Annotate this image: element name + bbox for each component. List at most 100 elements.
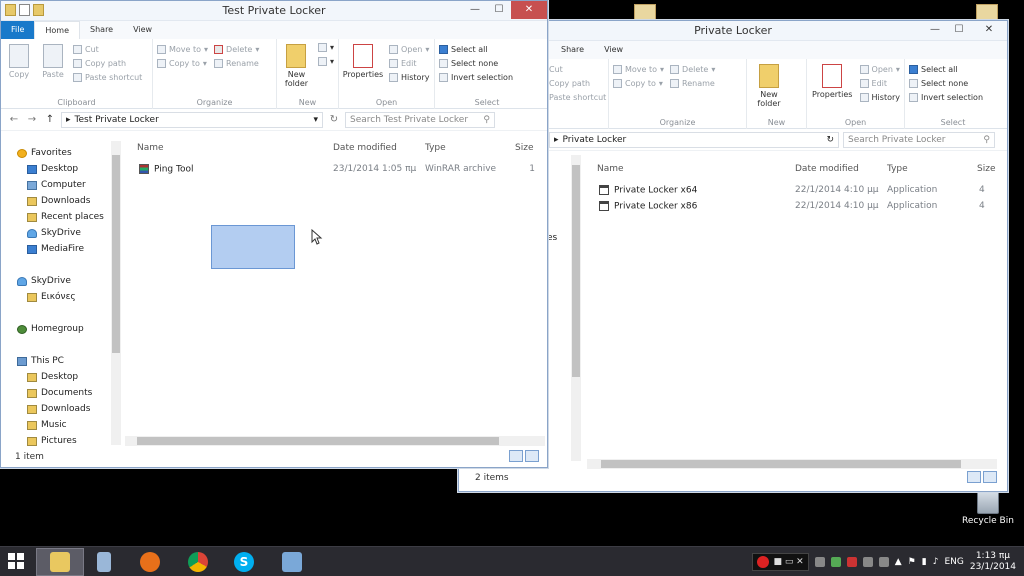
clock[interactable]: 1:13 πμ 23/1/2014 — [970, 551, 1016, 573]
delete-button[interactable]: Delete ▾ — [214, 45, 259, 54]
delete-button[interactable]: Delete ▾ — [670, 65, 715, 74]
move-to-button[interactable]: Move to ▾ — [613, 65, 664, 74]
new-item-button[interactable]: ▾ — [317, 43, 334, 52]
minimize-button[interactable]: — — [463, 1, 487, 19]
paste-shortcut-button[interactable]: Paste shortcut — [73, 73, 142, 82]
tray-icon[interactable] — [830, 557, 841, 567]
select-all-button[interactable]: Select all — [439, 45, 513, 54]
easy-access-button[interactable]: ▾ — [317, 57, 334, 66]
tray-icon[interactable] — [846, 557, 857, 567]
nav-item-recent-places[interactable]: Recent places — [17, 209, 111, 225]
recorder-widget[interactable]: ■ ▭ ✕ — [752, 553, 809, 571]
nav-scrollbar[interactable] — [571, 155, 581, 461]
file-row[interactable]: Private Locker x86 22/1/2014 4:10 μμ App… — [599, 201, 993, 212]
history-button[interactable]: History — [859, 93, 900, 102]
network-icon[interactable]: ▮ — [922, 557, 927, 567]
details-view-icon[interactable] — [967, 471, 981, 483]
col-name[interactable]: Name — [597, 164, 795, 174]
nav-item-music[interactable]: Music — [17, 417, 111, 433]
language-indicator[interactable]: ENG — [944, 557, 963, 567]
taskbar-explorer[interactable] — [36, 548, 84, 576]
recycle-bin[interactable]: Recycle Bin — [958, 488, 1018, 526]
rename-button[interactable]: Rename — [670, 79, 715, 88]
file-row[interactable]: Private Locker x64 22/1/2014 4:10 μμ App… — [599, 185, 993, 196]
nav-item-favorites[interactable]: Favorites — [17, 145, 111, 161]
maximize-button[interactable]: ☐ — [947, 21, 971, 39]
paste-shortcut-button[interactable]: Paste shortcut — [549, 93, 606, 102]
col-type[interactable]: Type — [887, 164, 977, 174]
properties-button[interactable]: Properties — [343, 41, 383, 97]
large-icons-view-icon[interactable] — [983, 471, 997, 483]
nav-item-documents[interactable]: Documents — [17, 385, 111, 401]
refresh-icon[interactable]: ↻ — [327, 114, 341, 125]
col-size[interactable]: Size — [977, 164, 1007, 174]
tab-share[interactable]: Share — [551, 41, 594, 59]
minimize-button[interactable]: — — [923, 21, 947, 39]
nav-item-skydrive-fav[interactable]: SkyDrive — [17, 225, 111, 241]
nav-item-computer[interactable]: Computer — [17, 177, 111, 193]
address-bar[interactable]: ▸ Test Private Locker ▾ — [61, 111, 323, 128]
paste-button[interactable]: Paste — [39, 41, 67, 97]
tab-view[interactable]: View — [594, 41, 633, 59]
tab-file[interactable]: File — [1, 21, 35, 39]
refresh-icon[interactable]: ↻ — [826, 135, 834, 145]
properties-button[interactable]: Properties — [811, 61, 854, 117]
file-row[interactable]: Ping Tool 23/1/2014 1:05 πμ WinRAR archi… — [139, 164, 535, 175]
tab-home[interactable]: Home — [34, 21, 81, 39]
forward-icon[interactable]: → — [25, 114, 39, 125]
titlebar[interactable]: Test Private Locker — ☐ ✕ — [1, 1, 547, 21]
col-date[interactable]: Date modified — [795, 164, 887, 174]
taskbar-chrome[interactable] — [174, 548, 222, 576]
select-none-button[interactable]: Select none — [439, 59, 513, 68]
close-button[interactable]: ✕ — [971, 21, 1007, 39]
horizontal-scrollbar[interactable] — [125, 436, 545, 446]
open-button[interactable]: Open ▾ — [389, 45, 429, 54]
nav-item-pictures-gr[interactable]: Εικόνες — [17, 289, 111, 305]
copy-to-button[interactable]: Copy to ▾ — [613, 79, 664, 88]
nav-item-pc-downloads[interactable]: Downloads — [17, 401, 111, 417]
maximize-button[interactable]: ☐ — [487, 1, 511, 19]
search-input[interactable]: Search Test Private Locker ⚲ — [345, 111, 495, 128]
taskbar-skype[interactable]: S — [220, 548, 268, 576]
nav-scrollbar-thumb[interactable] — [572, 165, 580, 377]
copy-button[interactable]: Copy — [5, 41, 33, 97]
history-button[interactable]: History — [389, 73, 429, 82]
col-type[interactable]: Type — [425, 143, 515, 153]
large-icons-view-icon[interactable] — [525, 450, 539, 462]
tab-share[interactable]: Share — [80, 21, 123, 39]
nav-scrollbar[interactable] — [111, 141, 121, 445]
nav-item-desktop[interactable]: Desktop — [17, 161, 111, 177]
select-none-button[interactable]: Select none — [909, 79, 983, 88]
close-button[interactable]: ✕ — [511, 1, 547, 19]
copy-to-button[interactable]: Copy to ▾ — [157, 59, 208, 68]
invert-selection-button[interactable]: Invert selection — [439, 73, 513, 82]
taskbar-firefox[interactable] — [126, 548, 174, 576]
copy-path-button[interactable]: Copy path — [549, 79, 606, 88]
cut-button[interactable]: Cut — [549, 65, 606, 74]
volume-icon[interactable]: ♪ — [933, 557, 939, 567]
horizontal-scrollbar-thumb[interactable] — [137, 437, 499, 445]
col-size[interactable]: Size — [515, 143, 539, 153]
nav-scrollbar-thumb[interactable] — [112, 155, 120, 353]
up-icon[interactable]: ↑ — [43, 114, 57, 125]
dropdown-icon[interactable]: ▾ — [313, 115, 318, 125]
copy-path-button[interactable]: Copy path — [73, 59, 142, 68]
start-button[interactable] — [8, 553, 24, 569]
show-hidden-icons-icon[interactable]: ▲ — [895, 557, 902, 567]
new-folder-button[interactable]: New folder — [281, 41, 312, 97]
taskbar-notepad[interactable] — [80, 548, 128, 576]
nav-item-this-pc[interactable]: This PC — [17, 353, 111, 369]
rename-button[interactable]: Rename — [214, 59, 259, 68]
details-view-icon[interactable] — [509, 450, 523, 462]
tray-icon[interactable] — [862, 557, 873, 567]
select-all-button[interactable]: Select all — [909, 65, 983, 74]
nav-item-mediafire[interactable]: MediaFire — [17, 241, 111, 257]
taskbar-app[interactable] — [268, 548, 316, 576]
nav-item-skydrive[interactable]: SkyDrive — [17, 273, 111, 289]
nav-item-pictures[interactable]: Pictures — [17, 433, 111, 449]
search-input[interactable]: Search Private Locker ⚲ — [843, 131, 995, 148]
move-to-button[interactable]: Move to ▾ — [157, 45, 208, 54]
tray-icon[interactable] — [878, 557, 889, 567]
horizontal-scrollbar[interactable] — [587, 459, 997, 469]
nav-item-pc-desktop[interactable]: Desktop — [17, 369, 111, 385]
